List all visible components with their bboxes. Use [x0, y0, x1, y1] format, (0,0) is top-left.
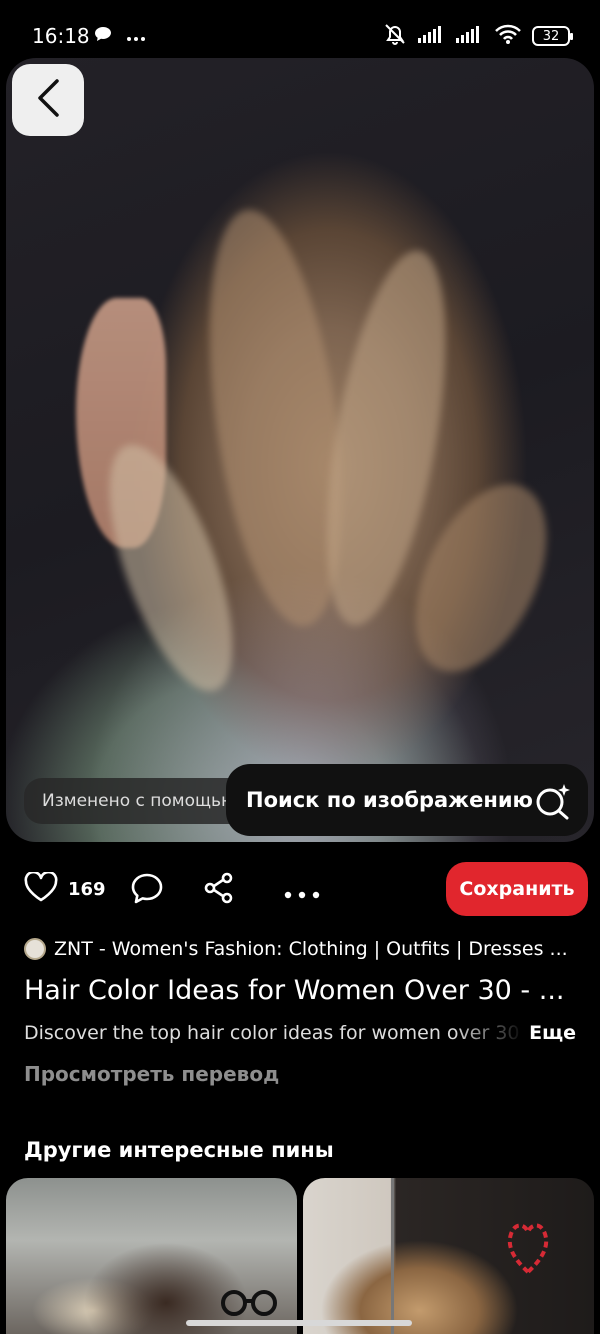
source-name: ZNT - Women's Fashion: Clothing | Outfit…: [54, 938, 568, 960]
pin-source[interactable]: ZNT - Women's Fashion: Clothing | Outfit…: [24, 938, 584, 960]
mute-icon: [382, 22, 408, 50]
related-pins-heading: Другие интересные пины: [24, 1138, 334, 1162]
related-pin[interactable]: [303, 1178, 594, 1334]
pin-title[interactable]: Hair Color Ideas for Women Over 30 - ...: [24, 975, 584, 1006]
like-button[interactable]: 169: [24, 870, 106, 906]
gesture-home-bar[interactable]: [186, 1320, 412, 1326]
chevron-left-icon: [35, 78, 61, 122]
heart-icon: [503, 1206, 553, 1280]
edited-notice-label: Изменено с помощью: [42, 791, 236, 811]
status-bar: 16:18 32: [0, 0, 600, 58]
source-avatar: [24, 938, 46, 960]
battery-level: 32: [542, 28, 560, 44]
image-detail: [391, 1178, 394, 1334]
pin-image[interactable]: [6, 58, 594, 842]
battery-icon: 32: [532, 26, 573, 46]
related-pin[interactable]: [6, 1178, 297, 1334]
comment-icon: [130, 872, 164, 908]
visual-search-button[interactable]: Поиск по изображению: [226, 764, 588, 836]
wifi-icon: [494, 23, 522, 49]
sunglasses-detail: [220, 1290, 280, 1320]
pin-description-row: Discover the top hair color ideas for wo…: [24, 1022, 584, 1050]
share-button[interactable]: [202, 872, 236, 908]
signal-icon: [418, 25, 446, 47]
more-dots-icon: [284, 884, 320, 903]
pin-action-bar: 169 Сохранить: [24, 862, 588, 918]
signal-icon: [456, 25, 484, 47]
show-more-button[interactable]: Еще: [529, 1022, 576, 1044]
chat-bubble-icon: [94, 26, 112, 46]
share-icon: [202, 872, 236, 908]
view-translation-link[interactable]: Просмотреть перевод: [24, 1062, 279, 1086]
save-button[interactable]: Сохранить: [446, 862, 588, 916]
like-count: 169: [68, 878, 106, 900]
heart-icon: [24, 870, 58, 906]
sparkle-search-icon: [534, 782, 572, 825]
visual-search-label: Поиск по изображению: [246, 788, 533, 812]
comment-button[interactable]: [130, 872, 164, 908]
more-options-button[interactable]: [284, 884, 320, 903]
status-time: 16:18: [32, 24, 90, 48]
back-button[interactable]: [12, 64, 84, 136]
pin-description: Discover the top hair color ideas for wo…: [24, 1022, 520, 1044]
more-dots-icon: [126, 27, 146, 46]
